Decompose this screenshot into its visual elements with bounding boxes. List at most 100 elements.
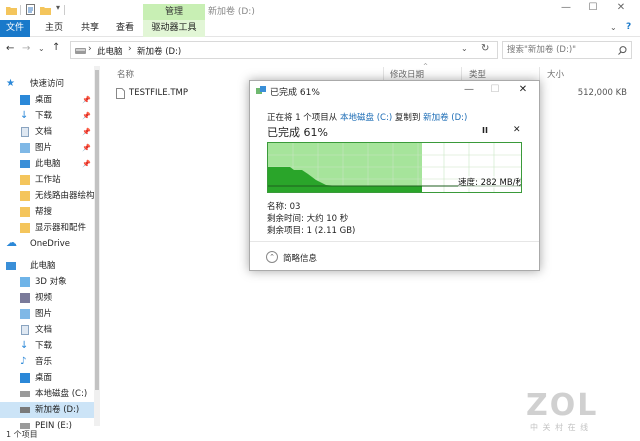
dialog-maximize-button[interactable]: ☐ [488, 84, 502, 95]
qat-dropdown-icon[interactable]: ▾ [56, 3, 60, 12]
refresh-icon[interactable]: ↻ [481, 43, 489, 54]
breadcrumb-separator: › [88, 44, 92, 54]
sidebar-item-pc-pictures[interactable]: 图片 [0, 306, 94, 322]
column-name[interactable]: 名称 [117, 68, 134, 80]
folder-icon [20, 175, 30, 185]
breadcrumb-separator: › [128, 44, 132, 54]
documents-icon [21, 325, 29, 335]
sidebar-item-videos[interactable]: 视频 [0, 290, 94, 306]
folder-icon [6, 7, 17, 15]
items-remaining: 剩余项目: 1 (2.11 GB) [267, 226, 356, 236]
sidebar-item-bangsou[interactable]: 帮搜 [0, 204, 94, 220]
zol-watermark: ZOL 中 关 村 在 线 [510, 388, 630, 432]
qat-divider [20, 5, 21, 15]
sidebar-scrollbar-thumb[interactable] [95, 70, 99, 390]
sidebar-item-onedrive[interactable]: ☁ OneDrive [0, 236, 94, 252]
column-type[interactable]: 类型 [469, 68, 486, 80]
help-icon[interactable]: ? [626, 22, 631, 32]
summary-prefix: 正在将 1 个项目从 [267, 113, 338, 123]
computer-icon [6, 262, 16, 270]
cube-icon [20, 277, 30, 287]
pin-icon[interactable]: 📌 [82, 140, 91, 156]
dialog-close-button[interactable]: ✕ [516, 84, 530, 95]
source-link[interactable]: 本地磁盘 (C:) [340, 113, 392, 123]
dialog-title-bar: 已完成 61% — ☐ ✕ [250, 81, 539, 101]
sidebar-item-pictures[interactable]: 图片 📌 [0, 140, 94, 156]
column-date[interactable]: 修改日期 [390, 68, 424, 80]
download-icon: ↓ [20, 110, 29, 121]
pictures-icon [20, 143, 30, 153]
pin-icon[interactable]: 📌 [82, 124, 91, 140]
breadcrumb-drive-d[interactable]: 新加卷 (D:) [137, 45, 181, 57]
summary-mid: 复制到 [394, 113, 421, 123]
search-icon [618, 46, 627, 55]
new-folder-icon[interactable] [40, 5, 51, 15]
close-button[interactable]: ✕ [611, 2, 631, 13]
drive-icon [75, 48, 86, 54]
sidebar-item-3d-objects[interactable]: 3D 对象 [0, 274, 94, 290]
cancel-copy-button[interactable]: ✕ [513, 125, 521, 135]
forward-icon[interactable]: → [22, 43, 30, 54]
drive-icon [20, 407, 30, 413]
ribbon-expand-icon[interactable]: ⌄ [610, 23, 617, 32]
properties-icon[interactable] [26, 4, 35, 15]
folder-icon [20, 207, 30, 217]
up-icon[interactable]: ↑ [52, 42, 60, 53]
sidebar-item-pc-desktop[interactable]: 桌面 [0, 370, 94, 386]
tab-file[interactable]: 文件 [0, 20, 30, 37]
sidebar-item-drive-c[interactable]: 本地磁盘 (C:) [0, 386, 94, 402]
breadcrumb-this-pc[interactable]: 此电脑 [97, 45, 123, 57]
tab-share[interactable]: 共享 [78, 20, 102, 37]
qat-divider [64, 5, 65, 15]
column-divider[interactable] [383, 67, 384, 81]
sidebar-item-workstation[interactable]: 工作站 [0, 172, 94, 188]
desktop-icon [20, 373, 30, 383]
window-title: 新加卷 (D:) [208, 7, 255, 17]
column-divider[interactable] [539, 67, 540, 81]
documents-icon [21, 127, 29, 137]
sidebar-item-downloads[interactable]: ↓ 下载 📌 [0, 108, 94, 124]
sidebar-item-drive-d[interactable]: 新加卷 (D:) [0, 402, 94, 418]
pin-icon[interactable]: 📌 [82, 108, 91, 124]
watermark-tagline: 中 关 村 在 线 [530, 423, 590, 432]
destination-link[interactable]: 新加卷 (D:) [423, 113, 467, 123]
column-size[interactable]: 大小 [547, 68, 564, 80]
navigation-pane: ★ 快速访问 桌面 📌 ↓ 下载 📌 文档 📌 图片 📌 此电脑 📌 工作站 无… [0, 63, 103, 431]
minimize-button[interactable]: — [556, 2, 576, 13]
progress-heading: 已完成 61% [267, 126, 328, 139]
file-icon [116, 88, 125, 99]
sidebar-item-documents[interactable]: 文档 📌 [0, 124, 94, 140]
tab-view[interactable]: 查看 [113, 20, 137, 37]
fewer-details-toggle[interactable]: 简略信息 [283, 252, 317, 264]
address-dropdown-icon[interactable]: ⌄ [461, 44, 468, 53]
pin-icon[interactable]: 📌 [82, 92, 91, 108]
sidebar-item-monitors[interactable]: 显示器和配件 [0, 220, 94, 236]
pause-button[interactable]: II [482, 126, 488, 135]
sidebar-item-router-folder[interactable]: 无线路由器绘构 [0, 188, 94, 204]
music-icon: ♪ [20, 356, 27, 367]
sidebar-item-pc-downloads[interactable]: ↓ 下载 [0, 338, 94, 354]
back-icon[interactable]: ← [6, 43, 14, 54]
sidebar-item-quick-access[interactable]: ★ 快速访问 [0, 76, 94, 92]
tab-drive-tools[interactable]: 驱动器工具 [143, 20, 205, 37]
maximize-button[interactable]: ☐ [583, 2, 603, 13]
sidebar-item-music[interactable]: ♪ 音乐 [0, 354, 94, 370]
sidebar-item-this-pc-pinned[interactable]: 此电脑 📌 [0, 156, 94, 172]
search-input[interactable]: 搜索"新加卷 (D:)" [502, 41, 632, 59]
copy-summary: 正在将 1 个项目从 本地磁盘 (C:) 复制到 新加卷 (D:) [267, 111, 467, 123]
tab-home[interactable]: 主页 [42, 20, 66, 37]
chevron-up-icon[interactable]: ⌃ [266, 251, 278, 263]
copy-progress-dialog: 已完成 61% — ☐ ✕ 正在将 1 个项目从 本地磁盘 (C:) 复制到 新… [249, 80, 540, 271]
sidebar-item-this-pc[interactable]: 此电脑 [0, 258, 94, 274]
ribbon-tabs: 文件 主页 共享 查看 驱动器工具 ⌄ ? [0, 20, 640, 37]
recent-dropdown-icon[interactable]: ⌄ [38, 44, 45, 53]
sidebar-item-pc-documents[interactable]: 文档 [0, 322, 94, 338]
pin-icon[interactable]: 📌 [82, 156, 91, 172]
folder-icon [20, 191, 30, 201]
dialog-minimize-button[interactable]: — [462, 84, 476, 95]
cloud-icon: ☁ [6, 236, 17, 249]
contextual-tab-group: 管理 [143, 4, 205, 20]
sidebar-item-desktop[interactable]: 桌面 📌 [0, 92, 94, 108]
column-divider[interactable] [461, 67, 462, 81]
address-bar[interactable]: › 此电脑 › 新加卷 (D:) ⌄ ↻ [70, 41, 498, 59]
